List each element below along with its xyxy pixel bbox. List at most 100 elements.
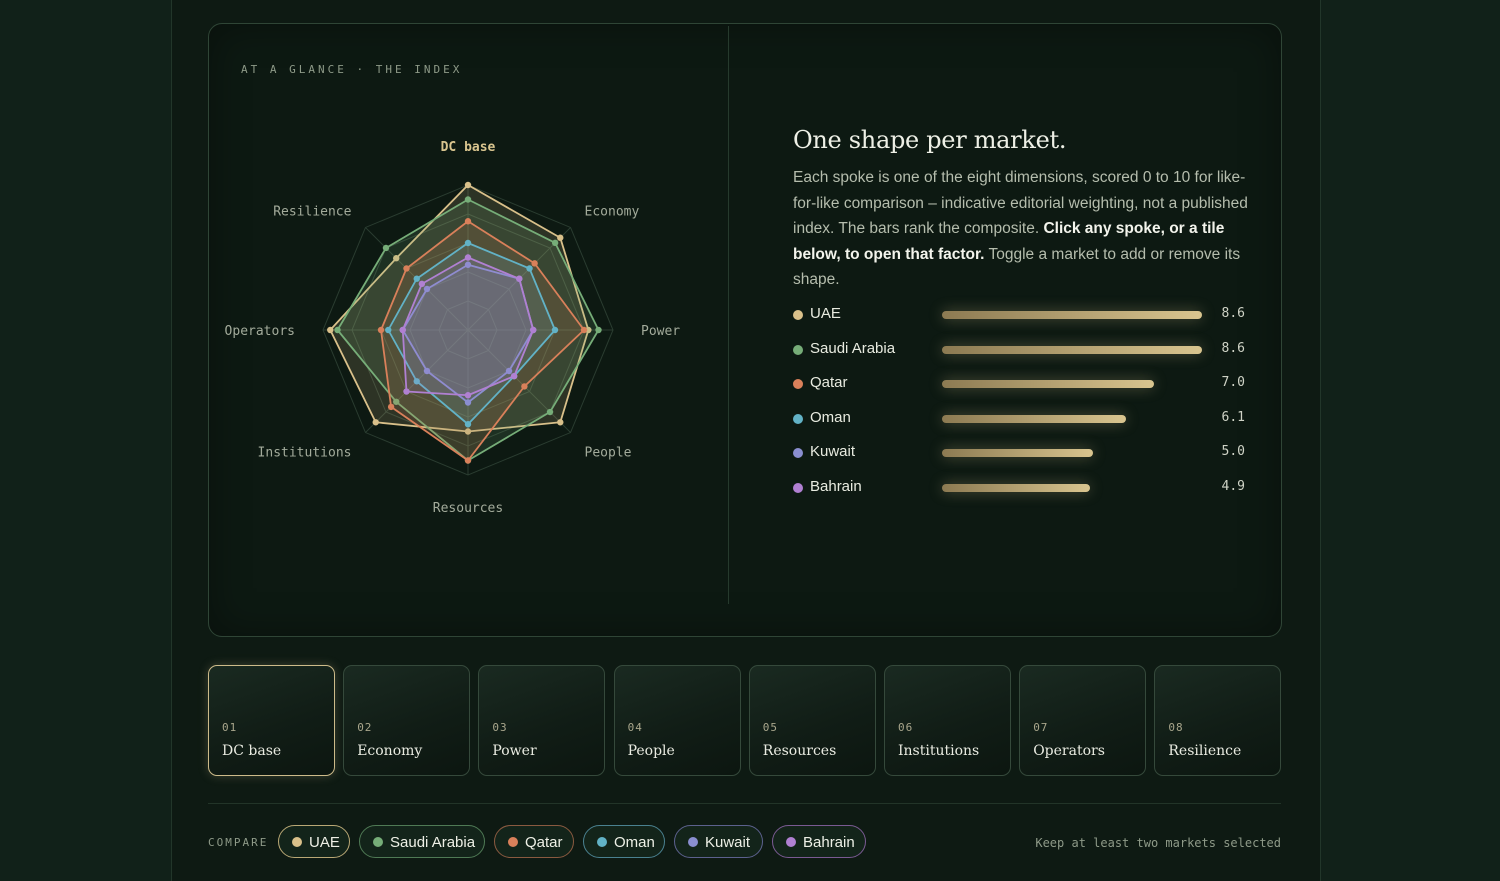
market-dot-icon [597, 837, 607, 847]
factor-tiles: 01 DC base 02 Economy 03 Power 04 People 05 Resou… [208, 665, 1282, 776]
radar-axis-label[interactable]: Resilience [273, 204, 351, 219]
market-toggle-label: Saudi Arabia [390, 834, 476, 851]
radar-axis-label[interactable]: People [585, 446, 632, 461]
radar-point [530, 326, 537, 334]
market-dot-icon [793, 344, 803, 355]
tile-label: Operators [1033, 743, 1105, 759]
tile-number: 03 [492, 721, 508, 734]
rank-bar-track [942, 483, 1202, 492]
rank-value: 8.6 [1221, 306, 1245, 321]
radar-point [327, 326, 334, 334]
market-dot-icon [373, 837, 383, 847]
factor-tile-power[interactable]: 03 Power [478, 665, 606, 776]
market-toggle-kuwait[interactable]: Kuwait [674, 825, 763, 858]
tile-number: 04 [627, 721, 643, 734]
compare-hint: Keep at least two markets selected [1035, 836, 1281, 850]
radar-point [464, 181, 472, 189]
radar-point [413, 275, 420, 282]
factor-tile-resources[interactable]: 05 Resources [748, 665, 876, 776]
market-dot-icon [793, 379, 803, 390]
rank-bar-track [942, 414, 1202, 423]
tile-label: Economy [357, 743, 423, 759]
rank-row: Kuwait 5.0 [793, 441, 1253, 476]
tile-label: DC base [222, 743, 282, 759]
radar-point [387, 403, 395, 411]
composite-ranking: UAE 8.6 Saudi Arabia 8.6 Qatar 7.0 Oman 6.1 Kuwa… [793, 303, 1253, 511]
market-dot-icon [793, 310, 803, 320]
rank-bar-track [942, 345, 1202, 354]
rank-row: UAE 8.6 [793, 303, 1253, 338]
radar-point [557, 419, 564, 426]
radar-axis-label[interactable]: Economy [585, 204, 640, 219]
radar-point [526, 265, 533, 272]
rank-bar [942, 311, 1202, 319]
radar-point [403, 265, 410, 272]
radar-point [557, 234, 564, 241]
radar-axis-label[interactable]: DC base [441, 140, 496, 155]
market-toggle-label: Bahrain [803, 834, 855, 851]
market-toggle-qatar[interactable]: Qatar [494, 825, 574, 858]
market-dot-icon [793, 448, 803, 459]
tile-label: Resources [762, 743, 837, 759]
rank-bar [942, 483, 1091, 492]
factor-tile-institutions[interactable]: 06 Institutions [884, 665, 1011, 776]
market-toggle-label: Qatar [525, 834, 563, 851]
factor-tile-resilience[interactable]: 08 Resilience [1154, 665, 1282, 776]
radar-point [510, 372, 518, 380]
compare-label: COMPARE [208, 836, 269, 849]
radar-point [399, 326, 406, 334]
section-eyebrow: AT A GLANCE · THE INDEX [241, 63, 463, 76]
tile-number: 05 [762, 721, 779, 734]
tile-number: 06 [898, 721, 914, 734]
rank-bar [942, 449, 1094, 458]
card-divider [728, 26, 729, 604]
radar-point [464, 218, 472, 225]
tile-label: People [627, 743, 675, 759]
market-toggle-label: UAE [309, 834, 340, 851]
radar-point [464, 392, 472, 399]
tile-number: 02 [357, 721, 373, 734]
radar-point [464, 239, 472, 247]
rank-bar [942, 380, 1154, 389]
radar-axis-label[interactable]: Power [641, 324, 680, 339]
tile-label: Institutions [898, 743, 980, 759]
market-dot-icon [292, 837, 302, 847]
rank-bar [942, 414, 1127, 423]
radar-point [464, 421, 472, 428]
factor-tile-dc-base[interactable]: 01 DC base [208, 665, 335, 776]
rank-market-name: Saudi Arabia [810, 339, 896, 357]
factor-tile-people[interactable]: 04 People [613, 665, 741, 776]
rank-bar-track [942, 380, 1202, 389]
tile-number: 01 [222, 721, 238, 734]
rank-value: 6.1 [1221, 409, 1245, 425]
market-toggle-bahrain[interactable]: Bahrain [772, 825, 866, 858]
rank-market-name: UAE [810, 305, 841, 322]
market-toggle-saudi-arabia[interactable]: Saudi Arabia [359, 825, 485, 858]
factor-tile-economy[interactable]: 02 Economy [343, 665, 471, 776]
radar-point [546, 408, 554, 416]
market-toggle-label: Oman [614, 834, 655, 851]
radar-point [385, 326, 392, 334]
rank-value: 4.9 [1221, 478, 1245, 494]
radar-point [551, 239, 559, 247]
panel-heading: One shape per market. [793, 126, 1067, 154]
market-toggle-uae[interactable]: UAE [278, 825, 350, 858]
rank-bar [942, 345, 1202, 354]
rank-value: 7.0 [1221, 375, 1245, 391]
factor-tile-operators[interactable]: 07 Operators [1019, 665, 1147, 776]
radar-axis-label[interactable]: Institutions [258, 446, 352, 461]
radar-point [377, 326, 385, 334]
radar-axis-label[interactable]: Operators [225, 324, 295, 339]
market-toggle-oman[interactable]: Oman [583, 825, 665, 858]
radar-axis-label[interactable]: Resources [433, 501, 503, 516]
radar-point [372, 419, 379, 426]
tile-label: Power [492, 743, 537, 759]
radar-point [464, 457, 472, 464]
radar-point [418, 280, 426, 288]
radar-point [551, 326, 559, 334]
rank-bar-track [942, 449, 1202, 458]
radar-point [464, 196, 472, 203]
panel-description: Each spoke is one of the eight dimension… [793, 165, 1258, 293]
radar-point [464, 254, 472, 261]
radar-chart: DC base Economy Power People Resources Instit… [225, 140, 681, 516]
